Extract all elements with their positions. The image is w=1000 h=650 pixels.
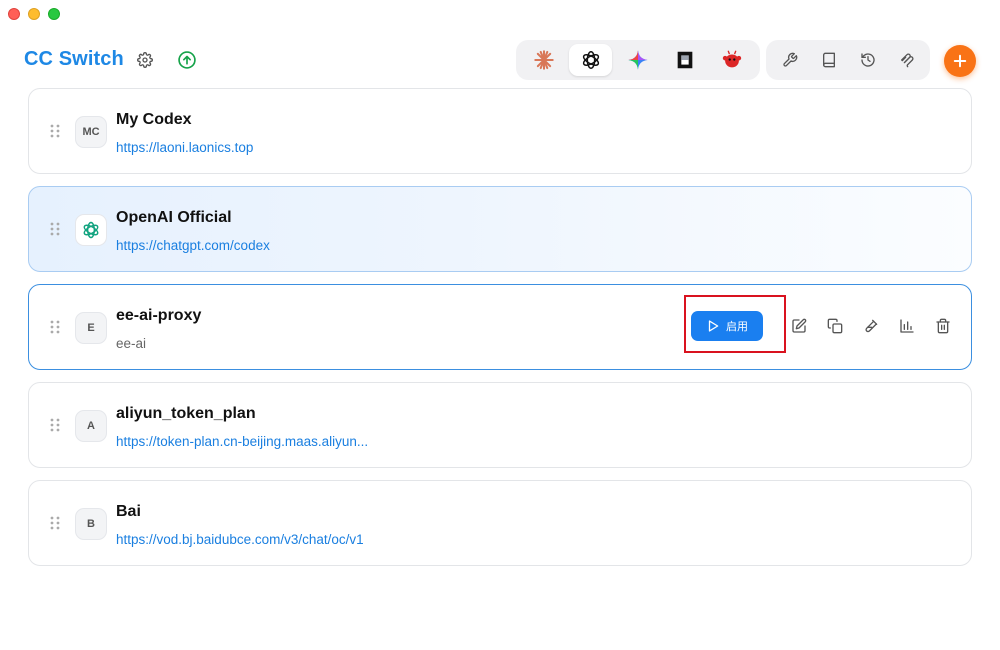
provider-list: MC My Codex https://laoni.laonics.top Op… [28, 88, 972, 650]
provider-name: aliyun_token_plan [116, 405, 256, 422]
openclaw-icon [723, 50, 742, 68]
duplicate-icon [827, 318, 843, 334]
skills-button[interactable] [772, 44, 807, 76]
upload-circle-icon [178, 51, 196, 69]
gear-icon [137, 52, 153, 68]
app-gemini-button[interactable] [616, 44, 659, 76]
app-opencode-button[interactable] [664, 44, 707, 76]
enable-button[interactable]: 启用 [691, 311, 763, 341]
settings-button[interactable] [134, 49, 156, 71]
drag-handle-icon[interactable] [49, 319, 61, 335]
gemini-icon [628, 50, 648, 70]
claude-icon [533, 50, 554, 70]
provider-avatar: MC [75, 116, 107, 148]
maximize-window-button[interactable] [48, 8, 60, 20]
close-window-button[interactable] [8, 8, 20, 20]
history-button[interactable] [850, 44, 885, 76]
provider-avatar [75, 214, 107, 246]
test-icon [865, 319, 878, 333]
drag-handle-icon[interactable] [49, 417, 61, 433]
provider-avatar: A [75, 410, 107, 442]
tools-toolbar [766, 40, 930, 80]
provider-card[interactable]: A aliyun_token_plan https://token-plan.c… [28, 382, 972, 468]
app-codex-button[interactable] [569, 44, 613, 76]
provider-actions: 启用 [691, 311, 955, 341]
drag-handle-icon[interactable] [49, 515, 61, 531]
history-icon [860, 53, 875, 67]
add-provider-button[interactable] [944, 45, 976, 77]
play-icon [708, 320, 719, 332]
delete-button[interactable] [931, 314, 955, 338]
wrench-icon [782, 52, 797, 67]
provider-name: OpenAI Official [116, 209, 232, 226]
delete-icon [936, 318, 950, 334]
provider-url: ee-ai [116, 336, 147, 351]
prompts-button[interactable] [811, 44, 846, 76]
provider-card-current[interactable]: OpenAI Official https://chatgpt.com/code… [28, 186, 972, 272]
minimize-window-button[interactable] [28, 8, 40, 20]
openai-icon [582, 51, 599, 69]
provider-card[interactable]: B Bai https://vod.bj.baidubce.com/v3/cha… [28, 480, 972, 566]
usage-button[interactable] [895, 314, 919, 338]
app-window: CC Switch MC My Codex https://laoni.laon… [0, 0, 1000, 650]
provider-url[interactable]: https://laoni.laonics.top [116, 140, 253, 155]
drag-handle-icon[interactable] [49, 123, 61, 139]
provider-avatar: E [75, 312, 107, 344]
edit-icon [792, 318, 807, 333]
provider-card[interactable]: MC My Codex https://laoni.laonics.top [28, 88, 972, 174]
window-controls [8, 8, 60, 20]
mcp-icon [900, 53, 913, 68]
provider-name: Bai [116, 503, 141, 520]
app-switcher [516, 40, 760, 80]
app-openclaw-button[interactable] [711, 44, 754, 76]
enable-button-label: 启用 [726, 321, 748, 333]
app-title[interactable]: CC Switch [24, 48, 124, 71]
mcp-button[interactable] [889, 44, 924, 76]
provider-card[interactable]: E ee-ai-proxy ee-ai 启用 [28, 284, 972, 370]
provider-avatar: B [75, 508, 107, 540]
provider-url[interactable]: https://vod.bj.baidubce.com/v3/chat/oc/v… [116, 532, 364, 547]
provider-url[interactable]: https://chatgpt.com/codex [116, 238, 270, 253]
book-icon [822, 52, 835, 68]
provider-name: My Codex [116, 111, 192, 128]
test-button[interactable] [859, 314, 883, 338]
opencode-icon [677, 51, 693, 69]
edit-button[interactable] [787, 314, 811, 338]
drag-handle-icon[interactable] [49, 221, 61, 237]
check-update-button[interactable] [176, 49, 198, 71]
duplicate-button[interactable] [823, 314, 847, 338]
provider-url[interactable]: https://token-plan.cn-beijing.maas.aliyu… [116, 434, 368, 449]
provider-name: ee-ai-proxy [116, 307, 202, 324]
app-claude-button[interactable] [522, 44, 565, 76]
openai-icon [83, 221, 99, 239]
usage-chart-icon [900, 319, 914, 333]
plus-icon [953, 54, 967, 68]
